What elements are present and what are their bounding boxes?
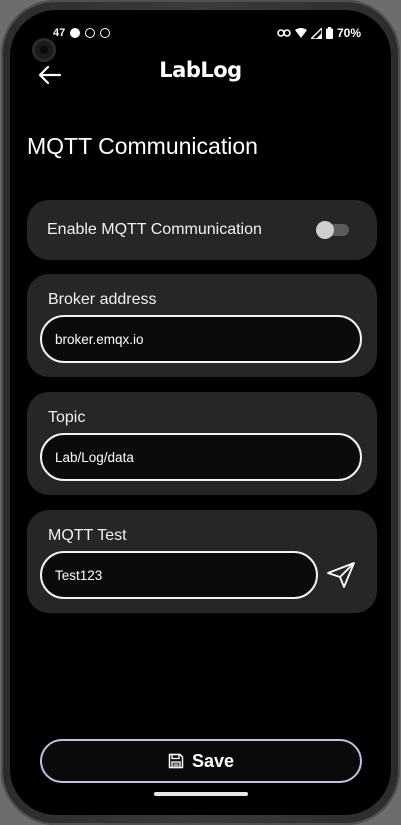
status-time: 47: [53, 27, 66, 39]
phone-screen: 47 70% LabLog MQTT Communication Enable …: [10, 10, 391, 815]
broker-address-label: Broker address: [48, 291, 157, 308]
notification-dot-icon: [70, 28, 81, 38]
send-icon: [327, 562, 355, 588]
mqtt-test-input[interactable]: [40, 551, 318, 599]
switch-thumb: [316, 221, 334, 239]
mqtt-test-card: MQTT Test: [27, 510, 377, 613]
status-bar-left: 47: [53, 27, 111, 39]
mqtt-enable-label: Enable MQTT Communication: [47, 221, 262, 238]
mqtt-enable-card: Enable MQTT Communication: [27, 200, 377, 260]
mqtt-enable-switch[interactable]: [316, 221, 349, 239]
battery-icon: [325, 27, 333, 39]
device-frame: 47 70% LabLog MQTT Communication Enable …: [0, 0, 401, 825]
topic-card: Topic: [27, 392, 377, 495]
wifi-icon: [294, 28, 307, 38]
floppy-disk-icon: [168, 753, 184, 769]
save-label: Save: [191, 750, 235, 771]
app-title: LabLog: [159, 58, 242, 82]
whatsapp-icon: [85, 28, 96, 38]
home-indicator[interactable]: [154, 792, 248, 796]
page-title: MQTT Communication: [27, 133, 258, 159]
messenger-icon: [100, 28, 111, 38]
broker-address-card: Broker address: [27, 274, 377, 377]
mqtt-test-label: MQTT Test: [48, 527, 127, 544]
signal-icon: [310, 27, 322, 39]
broker-address-input[interactable]: [40, 315, 362, 363]
topic-input[interactable]: [40, 433, 362, 481]
battery-percent: 70%: [336, 26, 361, 40]
status-bar-right: 70%: [277, 26, 361, 40]
link-icon: [277, 29, 291, 37]
save-button[interactable]: Save: [40, 739, 362, 783]
topic-label: Topic: [48, 409, 86, 426]
send-test-button[interactable]: [324, 558, 358, 592]
